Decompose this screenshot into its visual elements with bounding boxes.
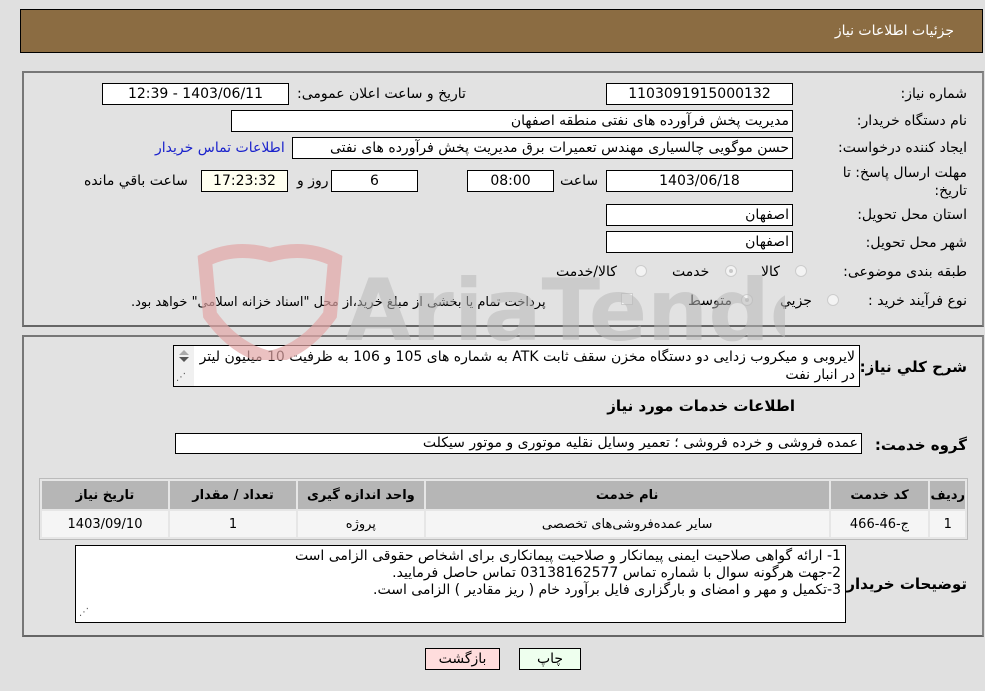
buyer-note-line: 3-تکمیل و مهر و امضای و بارگزاری فایل بر… [373, 582, 841, 598]
print-button[interactable]: چاپ [519, 648, 581, 670]
col-row-number: ردیف [930, 481, 965, 509]
service-group-field: عمده فروشی و خرده فروشی ؛ تعمیر وسایل نق… [175, 433, 862, 454]
buyer-org-label: نام دستگاه خریدار: [856, 113, 967, 129]
services-section-title: اطلاعات خدمات مورد نیاز [607, 397, 795, 415]
announce-date-field: 1403/06/11 - 12:39 [102, 83, 289, 105]
scroll-down-icon[interactable] [179, 357, 189, 362]
category-radio-goods[interactable] [795, 265, 807, 277]
remaining-time-field: 17:23:32 [201, 170, 288, 192]
treasury-note: پرداخت تمام یا بخشی از مبلغ خرید،از محل … [131, 295, 546, 310]
cell-unit: پروژه [297, 511, 424, 537]
remaining-days-field: 6 [331, 170, 418, 192]
cell-row-number: 1 [930, 511, 965, 537]
category-option-service: خدمت [672, 264, 710, 280]
page-header: جزئیات اطلاعات نیاز [20, 9, 983, 53]
description-scrollbar[interactable]: ⋰ [174, 346, 194, 386]
cell-quantity: 1 [170, 511, 296, 537]
cell-service-name: سایر عمده‌فروشی‌های تخصصی [425, 511, 829, 537]
col-service-code: کد خدمت [830, 481, 929, 509]
category-radio-goods-service[interactable] [635, 265, 647, 277]
services-table-header: ردیف کد خدمت نام خدمت واحد اندازه گیری ت… [42, 481, 965, 509]
buyer-contact-link[interactable]: اطلاعات تماس خریدار [155, 140, 285, 156]
description-textarea[interactable]: لایروبی و میکروب زدایی دو دستگاه مخزن سق… [173, 345, 860, 387]
deadline-time-field: 08:00 [467, 170, 554, 192]
process-option-medium: متوسط [688, 293, 732, 309]
remaining-days-label: روز و [297, 173, 329, 189]
service-group-label: گروه خدمت: [874, 436, 967, 454]
treasury-checkbox[interactable] [621, 293, 633, 305]
province-label: استان محل تحویل: [857, 207, 967, 223]
category-option-goods: کالا [761, 264, 780, 280]
category-label: طبقه بندی موضوعی: [843, 264, 967, 280]
deadline-date-field: 1403/06/18 [606, 170, 793, 192]
buyer-org-field: مدیریت پخش فرآورده های نفتی منطقه اصفهان [231, 110, 793, 132]
resize-grip-icon[interactable]: ⋰ [176, 372, 186, 383]
buyer-note-line: 2-جهت هرگونه سوال با شماره تماس 03138162… [392, 565, 841, 581]
requester-field: حسن موگویی چالسیاری مهندس تعمیرات برق مد… [292, 137, 793, 159]
city-label: شهر محل تحویل: [865, 235, 967, 251]
buyer-notes-textarea[interactable]: 1- ارائه گواهی صلاحیت ایمنی پیمانکار و ص… [75, 545, 846, 623]
process-type-label: نوع فرآیند خرید : [868, 293, 967, 309]
process-radio-minor[interactable] [827, 294, 839, 306]
description-label: شرح کلي نیاز: [859, 358, 967, 376]
process-option-minor: جزیي [780, 293, 812, 309]
back-button[interactable]: بازگشت [425, 648, 500, 670]
col-unit: واحد اندازه گیری [297, 481, 424, 509]
deadline-time-label: ساعت [560, 173, 599, 189]
process-radio-medium[interactable] [741, 294, 753, 306]
need-number-field: 1103091915000132 [606, 83, 793, 105]
requester-label: ایجاد کننده درخواست: [838, 140, 967, 156]
remaining-time-label: ساعت باقي مانده [84, 173, 188, 189]
buyer-note-line: 1- ارائه گواهی صلاحیت ایمنی پیمانکار و ص… [294, 548, 841, 564]
cell-service-code: ج-46-466 [830, 511, 929, 537]
buyer-notes-label: توضیحات خریدار: [840, 575, 967, 593]
city-field: اصفهان [606, 231, 793, 253]
col-service-name: نام خدمت [425, 481, 829, 509]
announce-date-label: تاریخ و ساعت اعلان عمومی: [297, 86, 466, 102]
page-title: جزئیات اطلاعات نیاز [834, 23, 954, 39]
resize-grip-icon[interactable]: ⋰ [79, 604, 89, 621]
cell-need-date: 1403/09/10 [42, 511, 168, 537]
services-table: ردیف کد خدمت نام خدمت واحد اندازه گیری ت… [39, 478, 968, 540]
col-need-date: تاریخ نیاز [42, 481, 168, 509]
category-option-goods-service: کالا/خدمت [556, 264, 617, 280]
need-number-label: شماره نیاز: [900, 86, 968, 102]
col-quantity: تعداد / مقدار [170, 481, 296, 509]
province-field: اصفهان [606, 204, 793, 226]
table-row: 1 ج-46-466 سایر عمده‌فروشی‌های تخصصی پرو… [42, 511, 965, 537]
scroll-up-icon[interactable] [179, 350, 189, 355]
category-radio-service[interactable] [725, 265, 737, 277]
deadline-label: مهلت ارسال پاسخ: تا تاریخ: [842, 165, 967, 199]
